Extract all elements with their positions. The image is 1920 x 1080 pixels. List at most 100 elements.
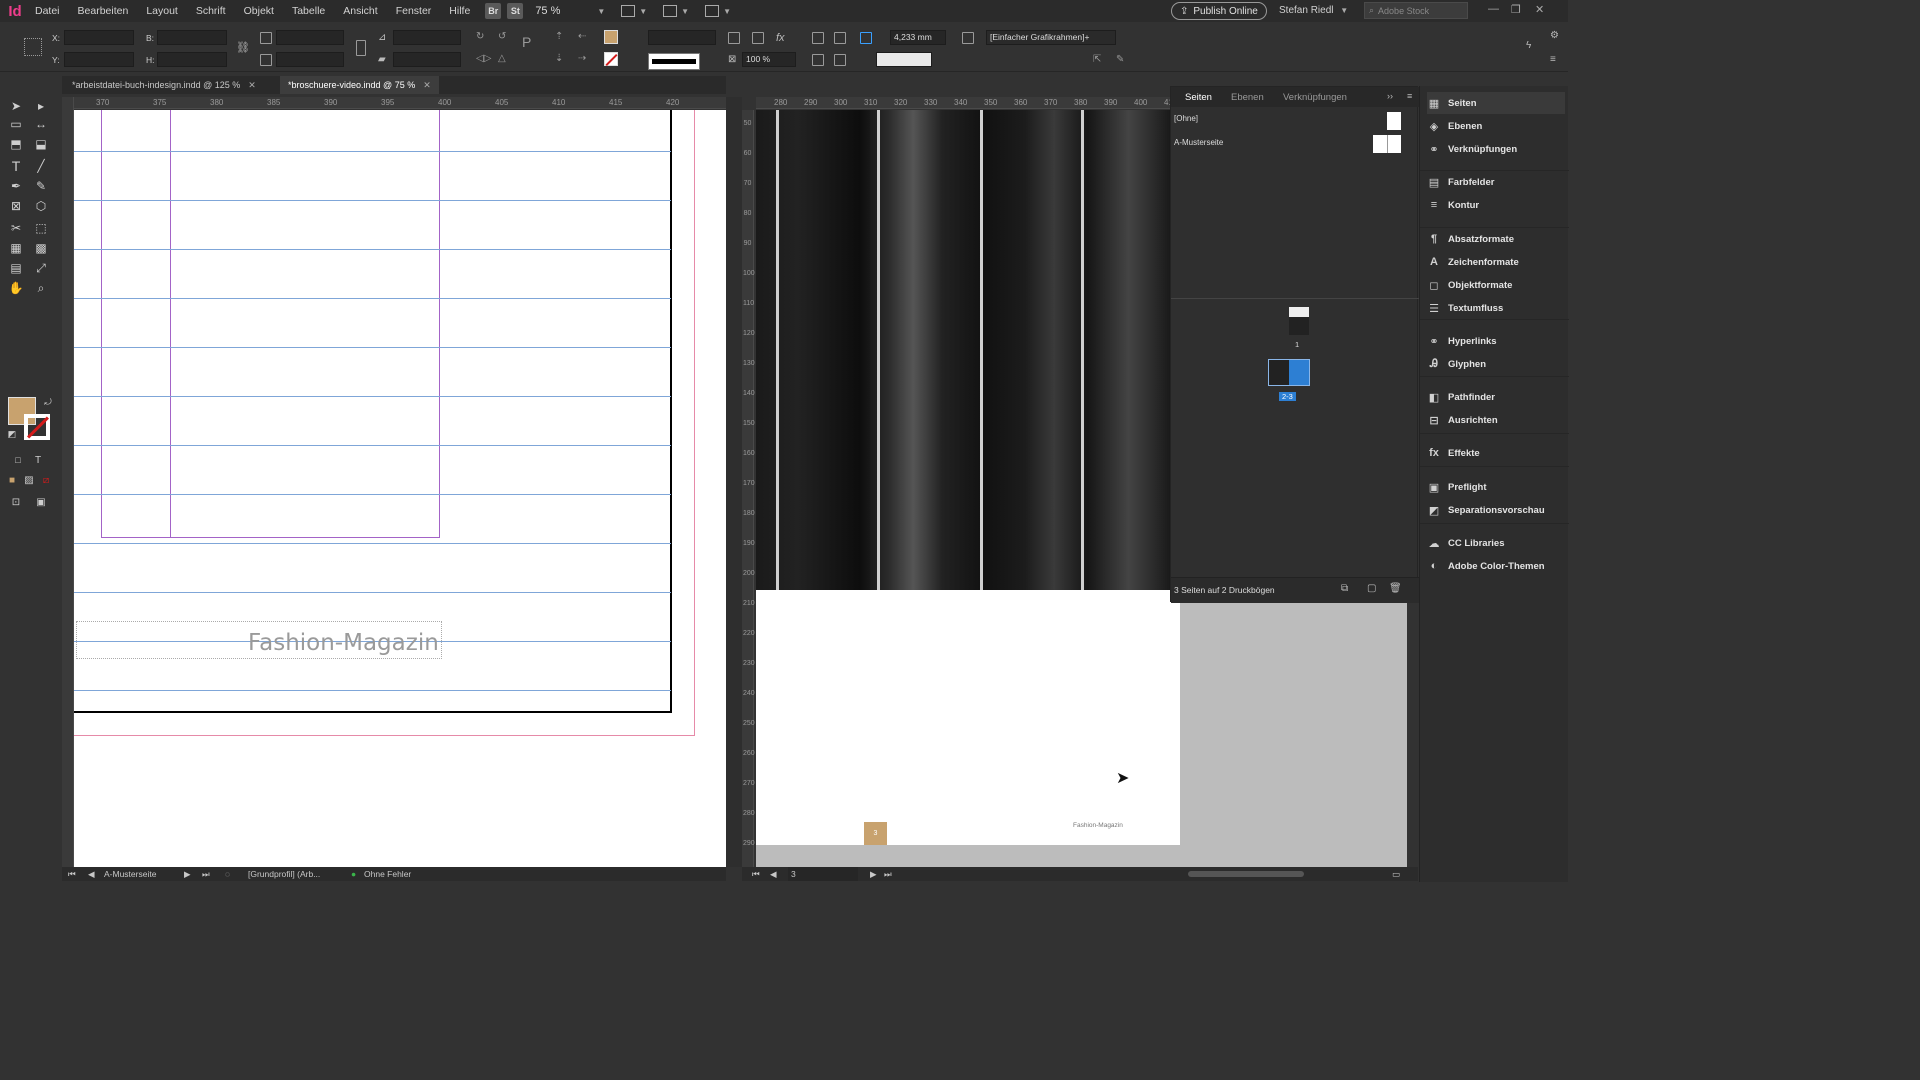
- flip-horizontal-icon[interactable]: ◁▷: [476, 53, 491, 65]
- content-grabber-icon[interactable]: ✎: [1116, 54, 1128, 66]
- maximize-icon[interactable]: ❐: [1511, 3, 1521, 16]
- preview-mode-icon[interactable]: ▣: [33, 494, 49, 510]
- reference-point-icon[interactable]: [24, 38, 42, 56]
- menu-layout[interactable]: Layout: [137, 0, 187, 22]
- fashion-photo[interactable]: [756, 110, 1170, 590]
- vertical-ruler-right[interactable]: 50 60 70 80 90 100 110 120 130 140 150 160 170 180 190…: [742, 110, 755, 867]
- next-page-icon[interactable]: ▶: [184, 867, 191, 881]
- close-icon[interactable]: ✕: [248, 80, 256, 90]
- text-path-icon[interactable]: P: [522, 34, 534, 50]
- rotate-angle-icon[interactable]: ⊿: [378, 32, 390, 44]
- scale-x-field[interactable]: [276, 30, 344, 45]
- user-menu[interactable]: Stefan Riedl ▼: [1279, 5, 1352, 16]
- tab-verknuepfungen[interactable]: Verknüpfungen: [1283, 92, 1347, 103]
- master-a[interactable]: A-Musterseite: [1174, 138, 1223, 147]
- dock-preflight[interactable]: ▣ Preflight: [1427, 476, 1565, 498]
- dock-absatzformate[interactable]: ¶ Absatzformate: [1427, 228, 1565, 250]
- menu-tabelle[interactable]: Tabelle: [283, 0, 334, 22]
- dock-separationsvorschau[interactable]: ◩ Separationsvorschau: [1427, 499, 1565, 521]
- master-none-thumb[interactable]: [1387, 112, 1401, 130]
- gear-icon[interactable]: ⚙: [1550, 30, 1562, 42]
- stroke-weight-value[interactable]: 4,233 mm: [890, 30, 946, 45]
- chevron-down-icon[interactable]: ▼: [681, 7, 689, 16]
- page-size-icon[interactable]: ⧉: [1341, 583, 1348, 594]
- dock-zeichenformate[interactable]: A Zeichenformate: [1427, 251, 1565, 273]
- preflight-profile-select[interactable]: [Grundprofil] (Arb...: [248, 867, 320, 881]
- constrain-scale-icon[interactable]: [356, 40, 366, 56]
- wrap-shape-icon[interactable]: [812, 54, 824, 66]
- stroke-weight-field[interactable]: [648, 30, 716, 45]
- text-wrap-box-icon[interactable]: [834, 32, 846, 44]
- menu-hilfe[interactable]: Hilfe: [440, 0, 479, 22]
- dock-cc-libraries[interactable]: ☁ CC Libraries: [1427, 532, 1565, 554]
- fill-swatch[interactable]: [604, 30, 618, 44]
- stroke-swatch[interactable]: [604, 52, 618, 66]
- apply-gradient-icon[interactable]: ▨: [21, 472, 37, 488]
- hand-tool-icon[interactable]: ✋: [8, 280, 24, 296]
- rectangle-frame-tool-icon[interactable]: ⊠: [8, 198, 24, 214]
- gradient-feather-tool-icon[interactable]: ▩: [33, 240, 49, 256]
- selection-tool-icon[interactable]: ➤: [8, 98, 24, 114]
- lightning-icon[interactable]: ϟ: [1526, 40, 1538, 52]
- dock-seiten[interactable]: ▦ Seiten: [1427, 92, 1565, 114]
- stock-button[interactable]: St: [507, 3, 524, 19]
- menu-ansicht[interactable]: Ansicht: [334, 0, 386, 22]
- text-wrap-none-icon[interactable]: [812, 32, 824, 44]
- wrap-jump-icon[interactable]: [834, 54, 846, 66]
- master-a-thumb[interactable]: [1373, 135, 1401, 153]
- previous-page-icon[interactable]: ◀: [88, 867, 95, 881]
- width-field[interactable]: [157, 30, 227, 45]
- dock-hyperlinks[interactable]: ⚭ Hyperlinks: [1427, 330, 1565, 352]
- horizontal-scrollbar[interactable]: [1188, 871, 1304, 877]
- menu-bearbeiten[interactable]: Bearbeiten: [69, 0, 138, 22]
- dock-kontur[interactable]: ≡ Kontur: [1427, 194, 1565, 216]
- dock-pathfinder[interactable]: ◧ Pathfinder: [1427, 386, 1565, 408]
- opacity-icon[interactable]: ⊠: [728, 54, 740, 66]
- tab-broschuere[interactable]: *broschuere-video.indd @ 75 % ✕: [280, 76, 439, 94]
- direct-selection-tool-icon[interactable]: ▸: [33, 98, 49, 114]
- dock-farbfelder[interactable]: ▤ Farbfelder: [1427, 171, 1565, 193]
- dock-textumfluss[interactable]: ☰ Textumfluss: [1427, 297, 1565, 319]
- tab-arbeitsdatei[interactable]: *arbeistdatei-buch-indesign.indd @ 125 %…: [64, 76, 264, 94]
- content-collector-icon[interactable]: ⬒: [8, 136, 24, 152]
- first-page-icon[interactable]: ⏮: [752, 867, 760, 881]
- flip-vertical-icon[interactable]: △: [498, 53, 510, 65]
- vertical-scrollbar[interactable]: [1407, 600, 1417, 867]
- shear-angle-icon[interactable]: ▰: [378, 54, 390, 66]
- select-content-icon[interactable]: ⇣: [555, 53, 567, 65]
- formatting-text-icon[interactable]: T: [30, 452, 46, 468]
- document-page-left[interactable]: Fashion-Magazin: [74, 110, 726, 867]
- publish-online-button[interactable]: ⇪ Publish Online: [1171, 2, 1267, 20]
- scale-y-icon[interactable]: [260, 54, 272, 66]
- apply-color-icon[interactable]: ■: [4, 472, 20, 488]
- chevron-down-icon[interactable]: ▼: [639, 7, 647, 16]
- rotate-cw-icon[interactable]: ↻: [476, 31, 488, 43]
- spread-2-3-thumb[interactable]: [1268, 359, 1310, 386]
- page-tool-icon[interactable]: ▭: [8, 116, 24, 132]
- x-field[interactable]: [64, 30, 134, 45]
- gradient-swatch-tool-icon[interactable]: ▦: [8, 240, 24, 256]
- page-number-field[interactable]: 3: [788, 867, 858, 881]
- normal-view-icon[interactable]: ⊡: [8, 494, 24, 510]
- trash-icon[interactable]: 🗑: [1389, 583, 1402, 594]
- last-page-icon[interactable]: ⏭: [884, 867, 892, 881]
- dock-ebenen[interactable]: ◈ Ebenen: [1427, 115, 1565, 137]
- scale-x-icon[interactable]: [260, 32, 272, 44]
- view-options-icon[interactable]: [621, 5, 636, 17]
- horizontal-ruler-right[interactable]: 2802903003103203303403503603703803904004…: [756, 97, 1177, 109]
- select-next-icon[interactable]: ⇢: [578, 53, 590, 65]
- stroke-color-box[interactable]: [24, 414, 50, 440]
- master-page-select[interactable]: A-Musterseite: [104, 867, 156, 881]
- scissors-tool-icon[interactable]: ✂: [8, 220, 24, 236]
- shear-field[interactable]: [393, 52, 461, 67]
- text-frame[interactable]: Fashion-Magazin: [76, 621, 442, 659]
- rotate-field[interactable]: [393, 30, 461, 45]
- stock-search-input[interactable]: ⌕ Adobe Stock: [1364, 2, 1468, 19]
- zoom-tool-icon[interactable]: ⌕: [33, 280, 49, 296]
- zoom-level[interactable]: 75 %: [535, 5, 593, 17]
- collapse-icon[interactable]: ››: [1387, 91, 1393, 101]
- dock-glyphen[interactable]: Ꭿ Glyphen: [1427, 353, 1565, 375]
- formatting-container-icon[interactable]: □: [10, 452, 26, 468]
- chevron-down-icon[interactable]: ▼: [597, 7, 605, 16]
- frame-fitting-icon[interactable]: ⇱: [1093, 54, 1105, 66]
